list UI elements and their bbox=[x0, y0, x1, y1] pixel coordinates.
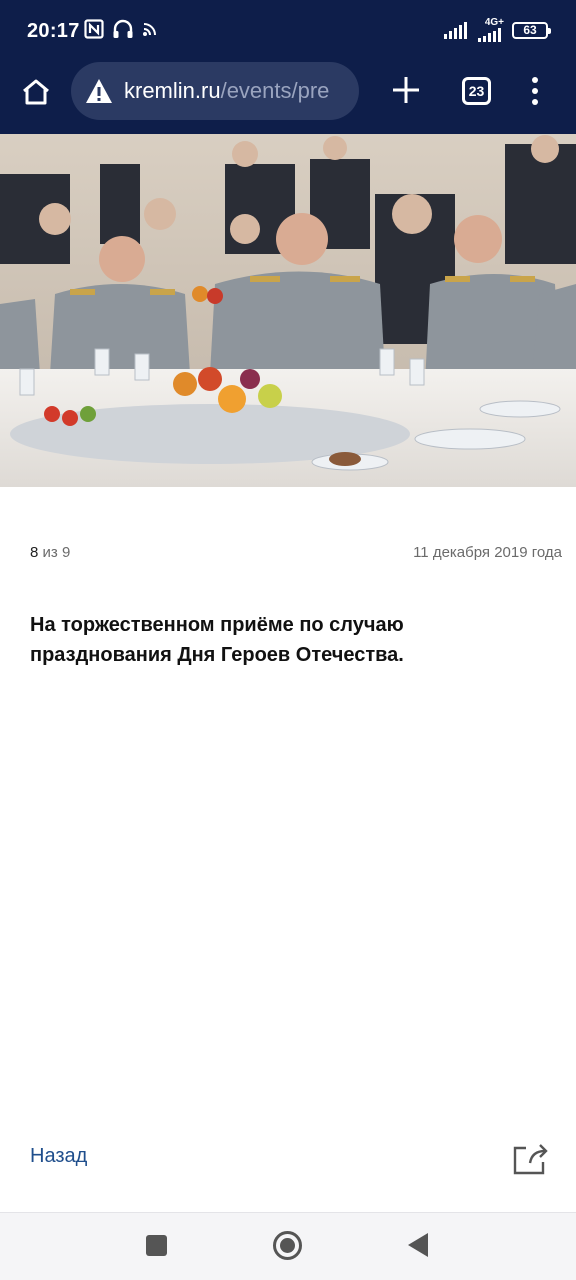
signal-4g-icon bbox=[478, 28, 501, 42]
photo-date: 11 декабря 2019 года bbox=[413, 544, 562, 561]
back-link[interactable]: Назад bbox=[30, 1145, 87, 1168]
address-bar[interactable]: kremlin.ru/events/pre bbox=[71, 62, 359, 120]
home-button[interactable] bbox=[14, 70, 58, 114]
gallery-meta: 8 из 9 11 декабря 2019 года bbox=[30, 544, 562, 564]
browser-chrome: 20:17 4G+ 63 kremlin.ru/events/pre 23 bbox=[0, 0, 576, 134]
browser-toolbar: kremlin.ru/events/pre 23 bbox=[0, 62, 576, 134]
warning-icon[interactable] bbox=[85, 78, 113, 104]
status-bar: 20:17 4G+ 63 bbox=[0, 0, 576, 62]
home-icon bbox=[23, 79, 49, 105]
menu-dot bbox=[532, 77, 538, 83]
tab-switcher-button[interactable]: 23 bbox=[462, 77, 491, 105]
new-tab-button[interactable] bbox=[388, 72, 424, 108]
status-left-icons bbox=[84, 19, 158, 39]
battery-indicator: 63 bbox=[512, 21, 551, 39]
gallery-photo[interactable] bbox=[0, 134, 576, 487]
menu-dot bbox=[532, 88, 538, 94]
status-time: 20:17 bbox=[27, 20, 80, 42]
photo-current: 8 bbox=[30, 544, 39, 561]
photo-caption: На торжественном приёме по случаю праздн… bbox=[30, 614, 404, 666]
url-text: kremlin.ru/events/pre bbox=[124, 78, 329, 104]
status-right-icons: 4G+ 63 bbox=[444, 18, 551, 42]
cast-icon bbox=[143, 23, 156, 36]
plus-icon bbox=[393, 77, 419, 103]
recents-button[interactable] bbox=[146, 1235, 167, 1256]
network-type: 4G+ bbox=[484, 17, 504, 28]
back-nav-button[interactable] bbox=[408, 1233, 428, 1257]
banquet-photo-illustration bbox=[0, 134, 576, 487]
photo-of: из bbox=[42, 544, 58, 561]
overflow-menu-button[interactable] bbox=[524, 74, 546, 108]
nfc-icon bbox=[84, 19, 104, 39]
menu-dot bbox=[532, 99, 538, 105]
photo-total: 9 bbox=[61, 544, 71, 561]
photo-counter: 8 из 9 bbox=[30, 544, 70, 561]
headphones-icon bbox=[113, 19, 133, 38]
signal-icon bbox=[444, 22, 467, 39]
share-button[interactable] bbox=[512, 1140, 548, 1176]
url-host: kremlin.ru bbox=[124, 78, 221, 103]
url-path: /events/pre bbox=[220, 78, 330, 103]
share-icon bbox=[513, 1144, 548, 1175]
mobile-network: 4G+ bbox=[478, 18, 504, 42]
system-nav-bar bbox=[0, 1212, 576, 1280]
home-nav-button[interactable] bbox=[273, 1231, 302, 1260]
